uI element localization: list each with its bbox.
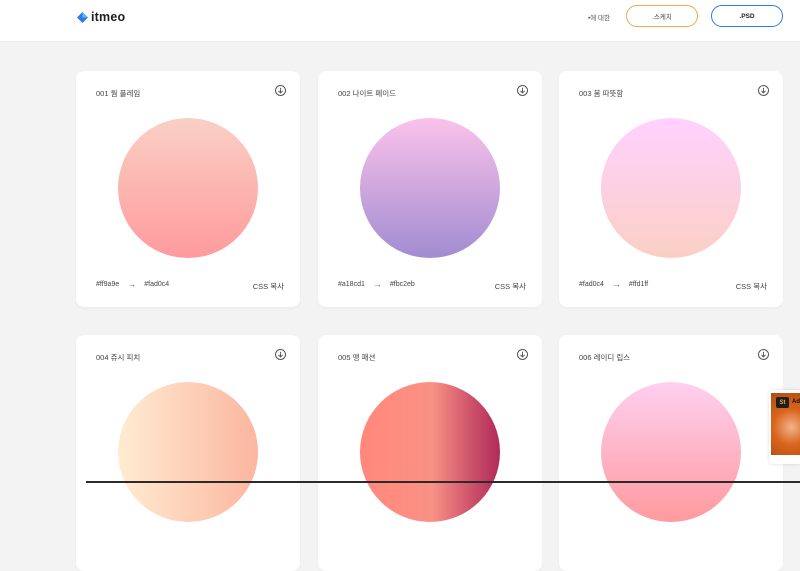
gradient-card: 002 나이트 페이드 #a18cd1 → #fbc2eb CSS 복사 bbox=[318, 71, 542, 307]
download-icon[interactable] bbox=[758, 349, 769, 360]
gradient-card: 001 웜 플레임 #ff9a9e → #fad0c4 CSS 복사 bbox=[76, 71, 300, 307]
gradient-preview bbox=[601, 382, 741, 522]
download-icon[interactable] bbox=[758, 85, 769, 96]
download-icon[interactable] bbox=[517, 349, 528, 360]
gradient-card: 004 쥬시 피치 bbox=[76, 335, 300, 571]
arrow-right-icon: → bbox=[127, 279, 137, 289]
gradient-preview bbox=[360, 382, 500, 522]
download-icon[interactable] bbox=[275, 85, 286, 96]
card-title: 003 봄 따뜻함 bbox=[579, 89, 624, 98]
adobe-stock-badge: St bbox=[776, 397, 789, 408]
copy-css-button[interactable]: CSS 복사 bbox=[253, 281, 284, 292]
gradient-card: 005 맹 패션 bbox=[318, 335, 542, 571]
logo-diamond-icon bbox=[77, 11, 88, 23]
ad-banner[interactable]: St Ad bbox=[769, 390, 800, 464]
color-stops: #ff9a9e → #fad0c4 bbox=[96, 279, 169, 289]
card-title: 001 웜 플레임 bbox=[96, 89, 141, 98]
card-title: 005 맹 패션 bbox=[338, 353, 376, 362]
gradient-preview bbox=[118, 382, 258, 522]
color-from: #a18cd1 bbox=[338, 280, 365, 288]
color-to: #ffd1ff bbox=[628, 280, 649, 288]
top-navigation-bar: itmeo •에 대한 .스케치 .PSD bbox=[0, 0, 800, 42]
color-to: #fad0c4 bbox=[144, 280, 170, 288]
gradient-card: 003 봄 따뜻함 #fad0c4 → #ffd1ff CSS 복사 bbox=[559, 71, 783, 307]
logo[interactable]: itmeo bbox=[77, 10, 125, 24]
copy-css-button[interactable]: CSS 복사 bbox=[736, 281, 767, 292]
gradient-preview bbox=[360, 118, 500, 258]
gradient-card: 006 레이디 립스 bbox=[559, 335, 783, 571]
nav-about-link[interactable]: •에 대한 bbox=[588, 12, 610, 22]
download-icon[interactable] bbox=[275, 349, 286, 360]
color-to: #fbc2eb bbox=[389, 280, 415, 288]
gradient-preview bbox=[118, 118, 258, 258]
sketch-download-button[interactable]: .스케치 bbox=[626, 5, 698, 27]
color-from: #ff9a9e bbox=[96, 280, 120, 288]
logo-text: itmeo bbox=[91, 10, 126, 24]
copy-css-button[interactable]: CSS 복사 bbox=[495, 281, 526, 292]
color-stops: #fad0c4 → #ffd1ff bbox=[579, 279, 648, 289]
ad-text: Ad bbox=[792, 399, 800, 405]
psd-download-button[interactable]: .PSD bbox=[711, 5, 783, 27]
card-title: 002 나이트 페이드 bbox=[338, 89, 397, 98]
color-stops: #a18cd1 → #fbc2eb bbox=[338, 279, 415, 289]
color-from: #fad0c4 bbox=[579, 280, 604, 288]
arrow-right-icon: → bbox=[372, 279, 382, 289]
card-title: 006 레이디 립스 bbox=[579, 353, 631, 362]
arrow-right-icon: → bbox=[611, 279, 621, 289]
gradient-preview bbox=[601, 118, 741, 258]
card-title: 004 쥬시 피치 bbox=[96, 353, 141, 362]
download-icon[interactable] bbox=[517, 85, 528, 96]
